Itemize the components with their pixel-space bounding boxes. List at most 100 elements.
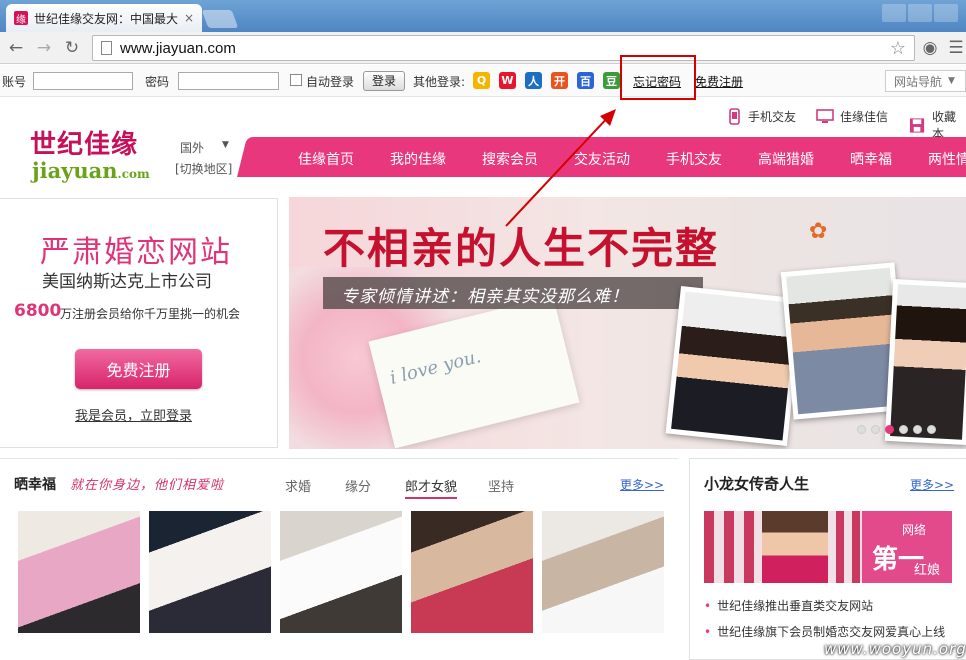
couple-photo-4[interactable] — [411, 511, 533, 633]
carousel-dots — [857, 425, 936, 434]
main-nav: 佳缘首页 我的佳缘 搜索会员 交友活动 手机交友 高端猎婚 晒幸福 两性情 — [248, 137, 966, 177]
matchmaker-banner[interactable]: 网络 第一 红娘 — [704, 511, 952, 583]
reload-icon[interactable]: ↻ — [62, 38, 82, 58]
toplink-jiaxin[interactable]: 佳缘佳信 — [816, 108, 888, 125]
banner-headline: 不相亲的人生不完整 — [323, 224, 720, 273]
expert-photo-woman — [665, 286, 803, 446]
nav-home[interactable]: 佳缘首页 — [298, 149, 354, 169]
happiness-section: 晒幸福 就在你身边，他们相爱啦 求婚 缘分 郎才女貌 坚持 更多>> — [0, 458, 678, 660]
logo-english[interactable]: jiayuan.com — [32, 158, 150, 183]
chevron-down-icon: ▼ — [948, 76, 955, 86]
browser-tab[interactable]: 缘 世纪佳缘交友网：中国最大 × — [6, 4, 202, 32]
news-item[interactable]: 世纪佳缘推出垂直类交友网站 — [704, 597, 873, 614]
tab-close-icon[interactable]: × — [184, 11, 194, 25]
globe-icon[interactable]: ◉ — [920, 38, 940, 58]
section-slogan: 就在你身边，他们相爱啦 — [70, 478, 225, 493]
expert-photo-woman-2 — [884, 278, 966, 446]
account-label: 账号 — [2, 75, 27, 89]
nav-relationship[interactable]: 两性情 — [928, 149, 966, 169]
password-label: 密码 — [145, 75, 170, 89]
douban-icon[interactable]: 豆 — [603, 72, 620, 89]
nav-my-jiayuan[interactable]: 我的佳缘 — [390, 149, 446, 169]
story-section: 小龙女传奇人生 更多>> 网络 第一 红娘 世纪佳缘推出垂直类交友网站 世纪佳缘… — [689, 458, 966, 660]
new-tab-button[interactable] — [201, 10, 239, 28]
auto-login-checkbox[interactable] — [290, 74, 302, 86]
mobile-phone-icon — [729, 108, 740, 125]
login-button[interactable]: 登录 — [363, 71, 405, 91]
couple-photo-3[interactable] — [280, 511, 402, 633]
kaixin-icon[interactable]: 开 — [551, 72, 568, 89]
tab-proposal[interactable]: 求婚 — [285, 476, 311, 495]
story-title: 小龙女传奇人生 — [704, 475, 810, 493]
toplink-jiaxin-label: 佳缘佳信 — [840, 110, 889, 124]
minimize-button[interactable] — [882, 4, 906, 22]
forward-icon[interactable]: → — [34, 38, 54, 58]
couple-photo-2[interactable] — [149, 511, 271, 633]
matchmaker-photo — [762, 511, 828, 583]
banner-tag-network: 网络 — [902, 523, 927, 537]
member-count: 6800 — [14, 301, 62, 321]
logo-domain-text: .com — [117, 167, 150, 181]
qq-icon[interactable]: Q — [473, 72, 490, 89]
region-caret-icon[interactable]: ▼ — [222, 140, 229, 150]
news-item[interactable]: 世纪佳缘旗下会员制婚恋交友网爱真心上线 — [704, 623, 945, 640]
free-register-button[interactable]: 免费注册 — [75, 349, 202, 389]
carousel-dot[interactable] — [871, 425, 880, 434]
weibo-icon[interactable]: W — [499, 72, 516, 89]
nav-search-members[interactable]: 搜索会员 — [482, 149, 538, 169]
hero-banner[interactable]: i love you. 不相亲的人生不完整 ✿ 专家倾情讲述：相亲其实没那么难！ — [289, 197, 966, 449]
back-icon[interactable]: ← — [6, 38, 26, 58]
nav-mobile-dating[interactable]: 手机交友 — [666, 149, 722, 169]
promo-panel: 严肃婚恋网站 美国纳斯达克上市公司 6800 万注册会员给你千万里挑一的机会 免… — [0, 198, 278, 448]
carousel-dot[interactable] — [857, 425, 866, 434]
promo-subtitle: 美国纳斯达克上市公司 — [42, 272, 212, 292]
swirl-icon: ✿ — [809, 219, 828, 244]
member-login-link[interactable]: 我是会员，立即登录 — [75, 405, 192, 424]
site-login-bar: 账号 密码 自动登录 登录 其他登录: QW人开百豆 忘记密码 免费注册 网站导… — [0, 65, 966, 97]
region-switch-link[interactable]: [切换地区] — [175, 160, 232, 177]
toplink-mobile[interactable]: 手机交友 — [727, 108, 796, 125]
free-register-link[interactable]: 免费注册 — [695, 73, 743, 90]
browser-toolbar: ← → ↻ www.jiayuan.com ☆ ◉ ☰ — [0, 32, 966, 64]
page-icon — [101, 41, 112, 55]
more-link[interactable]: 更多>> — [620, 476, 664, 493]
save-disk-icon — [909, 117, 925, 133]
browser-tab-strip: 缘 世纪佳缘交友网：中国最大 × — [0, 0, 966, 32]
region-label: 国外 — [180, 141, 205, 155]
site-nav-dropdown[interactable]: 网站导航 ▼ — [885, 70, 966, 92]
monitor-icon — [816, 109, 834, 123]
logo-chinese[interactable]: 世纪佳缘 — [30, 124, 138, 161]
banner-tag-matchmaker: 红娘 — [914, 563, 941, 578]
nav-events[interactable]: 交友活动 — [574, 149, 630, 169]
tab-perfect-match[interactable]: 郎才女貌 — [405, 476, 458, 499]
window-controls — [882, 4, 958, 22]
tab-persistence[interactable]: 坚持 — [488, 476, 514, 495]
watermark: www.wooyun.org — [824, 640, 966, 658]
jiayuan-favicon-icon: 缘 — [14, 11, 28, 26]
nav-share-happiness[interactable]: 晒幸福 — [850, 149, 892, 169]
banner-subheadline: 专家倾情讲述：相亲其实没那么难！ — [341, 287, 629, 307]
banner-deco-2 — [828, 511, 862, 583]
carousel-dot[interactable] — [885, 425, 894, 434]
account-input[interactable] — [33, 72, 133, 90]
site-nav-label: 网站导航 — [894, 74, 943, 89]
wrench-icon[interactable]: ☰ — [946, 38, 966, 58]
nav-premium[interactable]: 高端猎婚 — [758, 149, 814, 169]
carousel-dot[interactable] — [927, 425, 936, 434]
tab-fate[interactable]: 缘分 — [345, 476, 371, 495]
star-icon[interactable]: ☆ — [890, 38, 906, 59]
couple-photo-1[interactable] — [18, 511, 140, 633]
section-title: 晒幸福 — [14, 477, 56, 493]
carousel-dot[interactable] — [913, 425, 922, 434]
baidu-icon[interactable]: 百 — [577, 72, 594, 89]
maximize-button[interactable] — [908, 4, 932, 22]
password-input[interactable] — [178, 72, 279, 90]
carousel-dot[interactable] — [899, 425, 908, 434]
story-more-link[interactable]: 更多>> — [910, 476, 954, 493]
close-window-button[interactable] — [934, 4, 958, 22]
address-bar[interactable]: www.jiayuan.com ☆ — [92, 35, 915, 61]
url-text: www.jiayuan.com — [120, 39, 236, 57]
renren-icon[interactable]: 人 — [525, 72, 542, 89]
couple-photo-5[interactable] — [542, 511, 664, 633]
promo-title: 严肃婚恋网站 — [40, 235, 232, 270]
